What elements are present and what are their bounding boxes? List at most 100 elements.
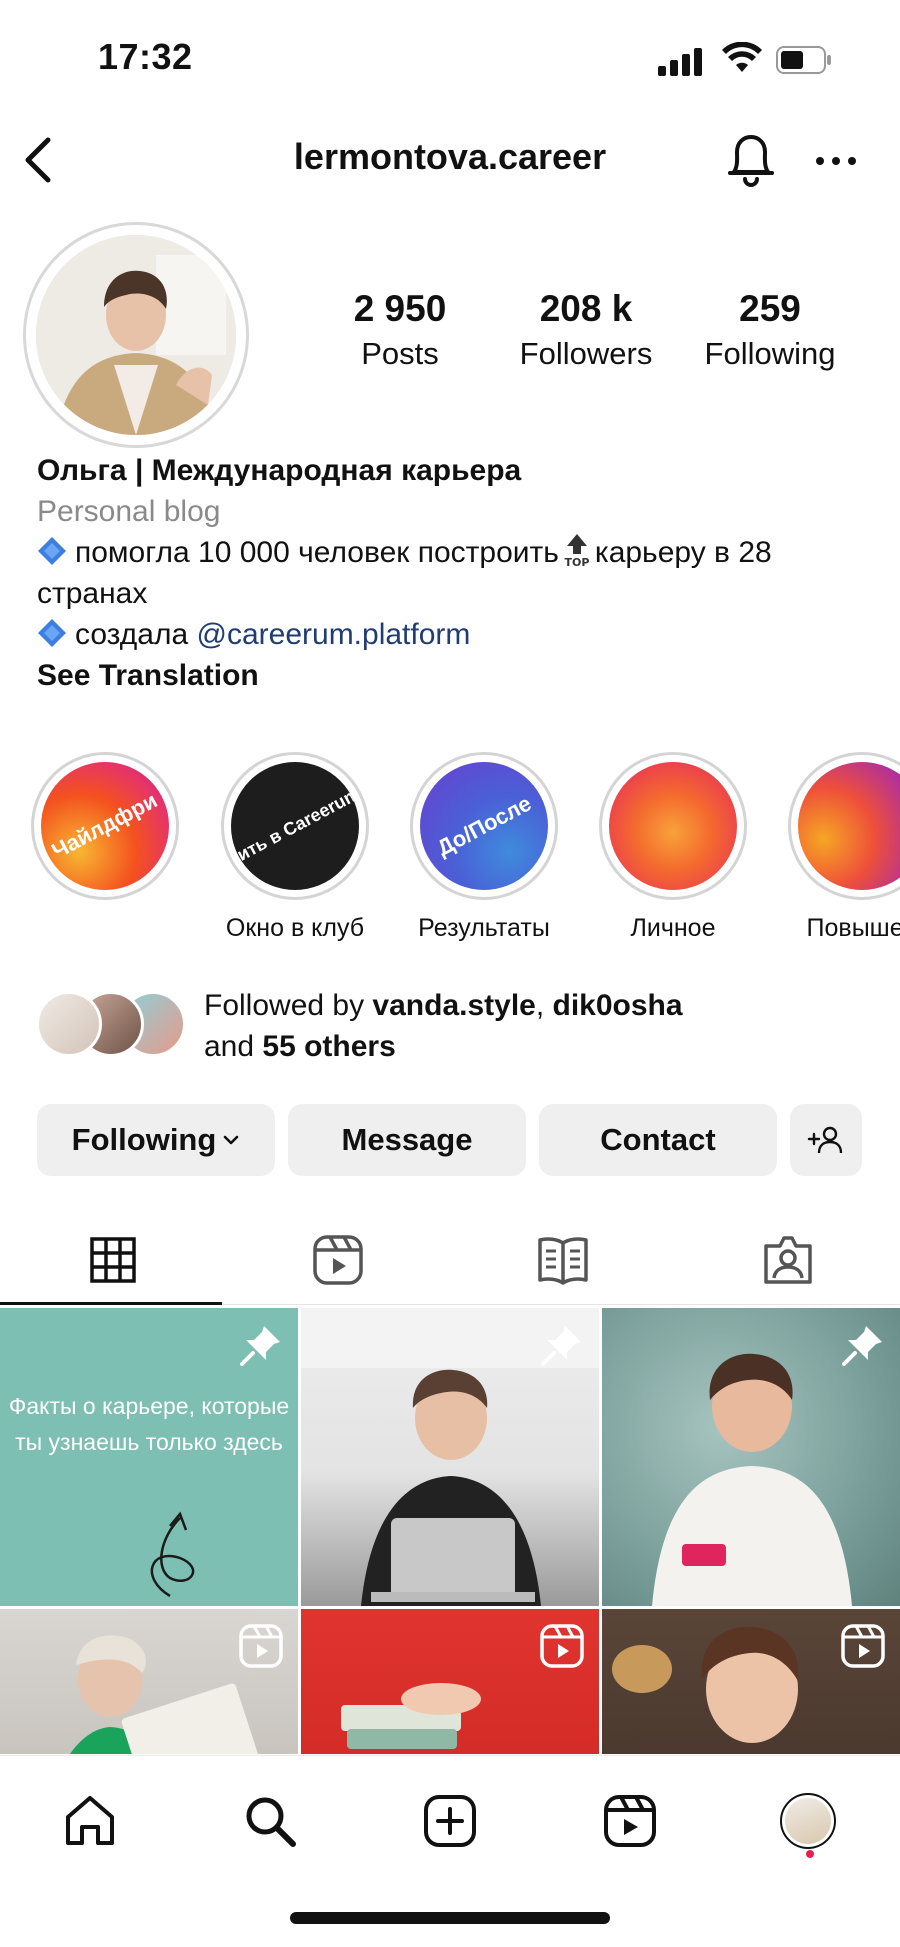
see-translation-link[interactable]: See Translation bbox=[37, 655, 877, 696]
highlight-label: Окно в клуб bbox=[225, 914, 365, 942]
profile-header: lermontova.career bbox=[0, 110, 900, 210]
followed-by-and: and bbox=[204, 1030, 255, 1063]
tab-reels[interactable] bbox=[225, 1215, 450, 1305]
post-tile[interactable] bbox=[602, 1609, 900, 1754]
arrow-doodle bbox=[150, 1511, 195, 1598]
reels-icon bbox=[604, 1795, 656, 1847]
chevron-down-icon bbox=[224, 1135, 239, 1145]
grid-icon bbox=[89, 1237, 136, 1283]
nav-reels[interactable] bbox=[595, 1786, 665, 1856]
highlight-club-window[interactable]: Вступить в Careerum.Club Окно в клуб bbox=[220, 752, 370, 943]
profile-stats: 2 950 Posts 208 k Followers 259 Followin… bbox=[330, 288, 870, 378]
tab-tagged[interactable] bbox=[675, 1215, 900, 1305]
following-dropdown-button[interactable]: Following bbox=[37, 1104, 275, 1176]
nav-home[interactable] bbox=[55, 1786, 125, 1856]
post-tile[interactable] bbox=[602, 1308, 900, 1606]
post-tile[interactable]: Факты о карьере, которые ты узнаешь толь… bbox=[0, 1308, 298, 1606]
highlight-cover bbox=[609, 762, 737, 890]
svg-text:TOP: TOP bbox=[564, 556, 589, 568]
highlight-cover: Чайлдфри bbox=[41, 762, 169, 890]
bio-line-2: создала @careerum.platform bbox=[37, 614, 877, 655]
nav-search[interactable] bbox=[235, 1786, 305, 1856]
message-button[interactable]: Message bbox=[288, 1104, 526, 1176]
following-count-label: Following bbox=[704, 336, 836, 371]
posts-grid: Факты о карьере, которые ты узнаешь толь… bbox=[0, 1308, 900, 1754]
profile-avatar[interactable] bbox=[23, 222, 249, 448]
highlight-cover: Вступить в Careerum.Club bbox=[231, 762, 359, 890]
highlight-cover-text: Чайлдфри bbox=[47, 787, 162, 864]
tab-posts-grid[interactable] bbox=[0, 1215, 225, 1305]
posts-count-label: Posts bbox=[361, 336, 439, 371]
highlight-personal[interactable]: Личное bbox=[598, 752, 748, 943]
blue-diamond-icon bbox=[38, 537, 66, 565]
bio-line-1: помогла 10 000 человек построить TOP кар… bbox=[37, 532, 877, 614]
add-person-icon bbox=[807, 1126, 843, 1154]
nav-create[interactable] bbox=[415, 1786, 485, 1856]
search-icon bbox=[246, 1797, 296, 1847]
profile-avatar bbox=[780, 1793, 836, 1849]
highlight-cover-text: До/После bbox=[432, 790, 535, 861]
followers-count[interactable]: 208 k Followers bbox=[496, 288, 676, 372]
profile-category: Personal blog bbox=[37, 495, 221, 528]
home-icon bbox=[66, 1796, 114, 1845]
bio-line-2-text: создала bbox=[75, 618, 189, 651]
highlight-cover: До/После bbox=[420, 762, 548, 890]
wifi-icon bbox=[722, 42, 762, 72]
active-tab-indicator bbox=[0, 1302, 222, 1305]
highlight-label: Повышен bbox=[806, 914, 900, 942]
mutual-follower-1[interactable]: vanda.style bbox=[372, 989, 535, 1022]
avatar-photo bbox=[36, 235, 236, 435]
home-indicator bbox=[290, 1912, 610, 1924]
guides-icon bbox=[537, 1237, 588, 1285]
mutual-followers-others[interactable]: 55 others bbox=[262, 1030, 395, 1063]
post-tile[interactable] bbox=[0, 1609, 298, 1754]
battery-icon bbox=[776, 46, 831, 74]
reels-icon bbox=[312, 1235, 363, 1285]
followed-by-text: Followed by vanda.style, dik0osha and 55… bbox=[204, 989, 683, 1063]
story-highlights: Чайлдфри Вступить в Careerum.Club Окно в… bbox=[0, 752, 900, 952]
profile-display-name: Ольга | Международная карьера bbox=[37, 454, 522, 487]
profile-bio: Ольга | Международная карьера Personal b… bbox=[37, 450, 877, 696]
tab-guides[interactable] bbox=[450, 1215, 675, 1305]
posts-count[interactable]: 2 950 Posts bbox=[310, 288, 490, 372]
pinned-post-icon bbox=[541, 1326, 581, 1366]
highlight-promotion[interactable]: Повышен bbox=[787, 752, 900, 943]
bio-line-1-text-a: помогла 10 000 человек построить bbox=[75, 536, 559, 569]
reel-icon bbox=[540, 1624, 584, 1668]
contact-button[interactable]: Contact bbox=[539, 1104, 777, 1176]
tagged-icon bbox=[763, 1236, 812, 1284]
posts-count-value: 2 950 bbox=[353, 288, 447, 329]
status-time: 17:32 bbox=[98, 36, 193, 77]
post-tile-text: Факты о карьере, которые ты узнаешь толь… bbox=[8, 1393, 290, 1455]
followers-count-label: Followers bbox=[519, 336, 653, 371]
highlight-label: Результаты bbox=[418, 914, 550, 942]
nav-profile[interactable] bbox=[773, 1786, 843, 1856]
notification-bell-icon[interactable] bbox=[722, 128, 780, 190]
suggested-users-button[interactable] bbox=[790, 1104, 862, 1176]
followers-count-value: 208 k bbox=[539, 288, 633, 329]
more-options-icon[interactable] bbox=[810, 136, 862, 186]
reel-icon bbox=[841, 1624, 885, 1668]
following-count[interactable]: 259 Following bbox=[680, 288, 860, 372]
pinned-post-icon bbox=[240, 1326, 280, 1366]
bio-mention-link[interactable]: @careerum.platform bbox=[197, 618, 471, 651]
highlight-label: Личное bbox=[630, 914, 716, 942]
followed-by-prefix: Followed by bbox=[204, 989, 365, 1022]
highlight-results[interactable]: До/После Результаты bbox=[409, 752, 559, 943]
following-button-label: Following bbox=[71, 1122, 217, 1157]
post-tile[interactable] bbox=[301, 1308, 599, 1606]
cellular-signal-icon bbox=[658, 46, 704, 76]
create-icon bbox=[424, 1795, 476, 1847]
blue-diamond-icon bbox=[38, 619, 66, 647]
mutual-follower-2[interactable]: dik0osha bbox=[553, 989, 683, 1022]
post-tile[interactable] bbox=[301, 1609, 599, 1754]
followed-by-section[interactable]: Followed by vanda.style, dik0osha and 55… bbox=[36, 985, 876, 1065]
following-count-value: 259 bbox=[739, 288, 801, 329]
highlight-childfree[interactable]: Чайлдфри bbox=[30, 752, 180, 914]
pinned-post-icon bbox=[842, 1326, 882, 1366]
highlight-cover bbox=[798, 762, 900, 890]
notification-dot bbox=[806, 1850, 814, 1858]
status-bar: 17:32 bbox=[0, 0, 900, 110]
profile-content-tabs bbox=[0, 1215, 900, 1305]
top-arrow-icon: TOP bbox=[564, 534, 589, 568]
